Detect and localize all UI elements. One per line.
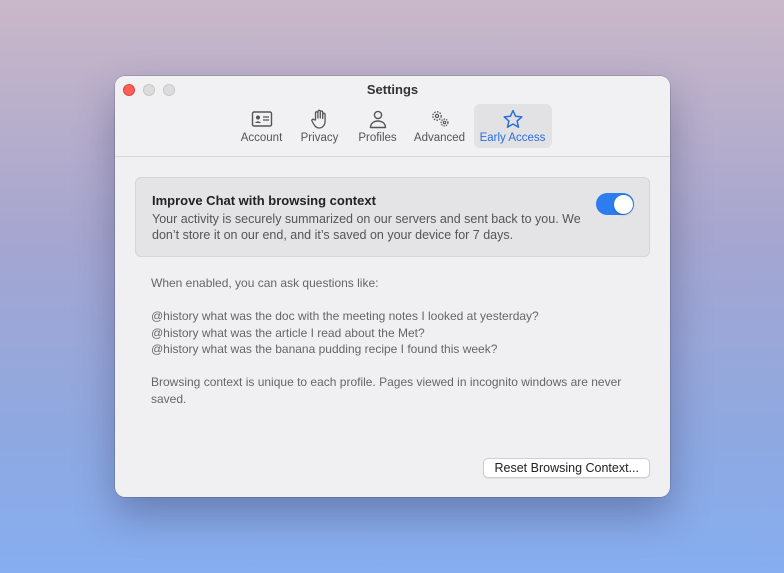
browsing-context-card: Improve Chat with browsing context Your … <box>135 177 650 257</box>
titlebar: Settings Account Privacy Profiles Advanc… <box>115 76 670 157</box>
tab-account[interactable]: Account <box>234 104 290 148</box>
window-title: Settings <box>366 82 419 97</box>
reset-browsing-context-button[interactable]: Reset Browsing Context... <box>483 458 650 478</box>
feature-title: Improve Chat with browsing context <box>152 193 376 208</box>
toggle-knob <box>613 194 633 214</box>
example-query: @history what was the banana pudding rec… <box>151 342 498 356</box>
tab-label: Account <box>240 132 283 144</box>
browsing-context-toggle[interactable] <box>596 193 634 215</box>
tab-label: Profiles <box>358 132 397 144</box>
tab-privacy[interactable]: Privacy <box>292 104 348 148</box>
example-query: @history what was the doc with the meeti… <box>151 309 539 323</box>
settings-content: Improve Chat with browsing context Your … <box>115 157 670 407</box>
tab-early-access[interactable]: Early Access <box>473 104 552 148</box>
tab-label: Advanced <box>413 132 466 144</box>
hand-icon <box>310 109 326 129</box>
info-note: Browsing context is unique to each profi… <box>151 375 622 406</box>
info-intro: When enabled, you can ask questions like… <box>151 276 379 290</box>
star-icon <box>502 109 523 128</box>
person-icon <box>369 110 386 129</box>
tab-profiles[interactable]: Profiles <box>350 104 406 148</box>
tab-advanced[interactable]: Advanced <box>408 104 472 148</box>
gears-icon <box>431 111 449 127</box>
account-card-icon <box>251 111 272 127</box>
tab-label: Privacy <box>300 132 339 144</box>
settings-window: Settings Account Privacy Profiles Advanc… <box>115 76 670 497</box>
info-section: When enabled, you can ask questions like… <box>135 257 650 407</box>
example-query: @history what was the article I read abo… <box>151 325 425 340</box>
settings-tabs: Account Privacy Profiles Advanced Early … <box>115 104 670 148</box>
tab-label: Early Access <box>479 132 546 144</box>
feature-description: Your activity is securely summarized on … <box>152 212 581 242</box>
